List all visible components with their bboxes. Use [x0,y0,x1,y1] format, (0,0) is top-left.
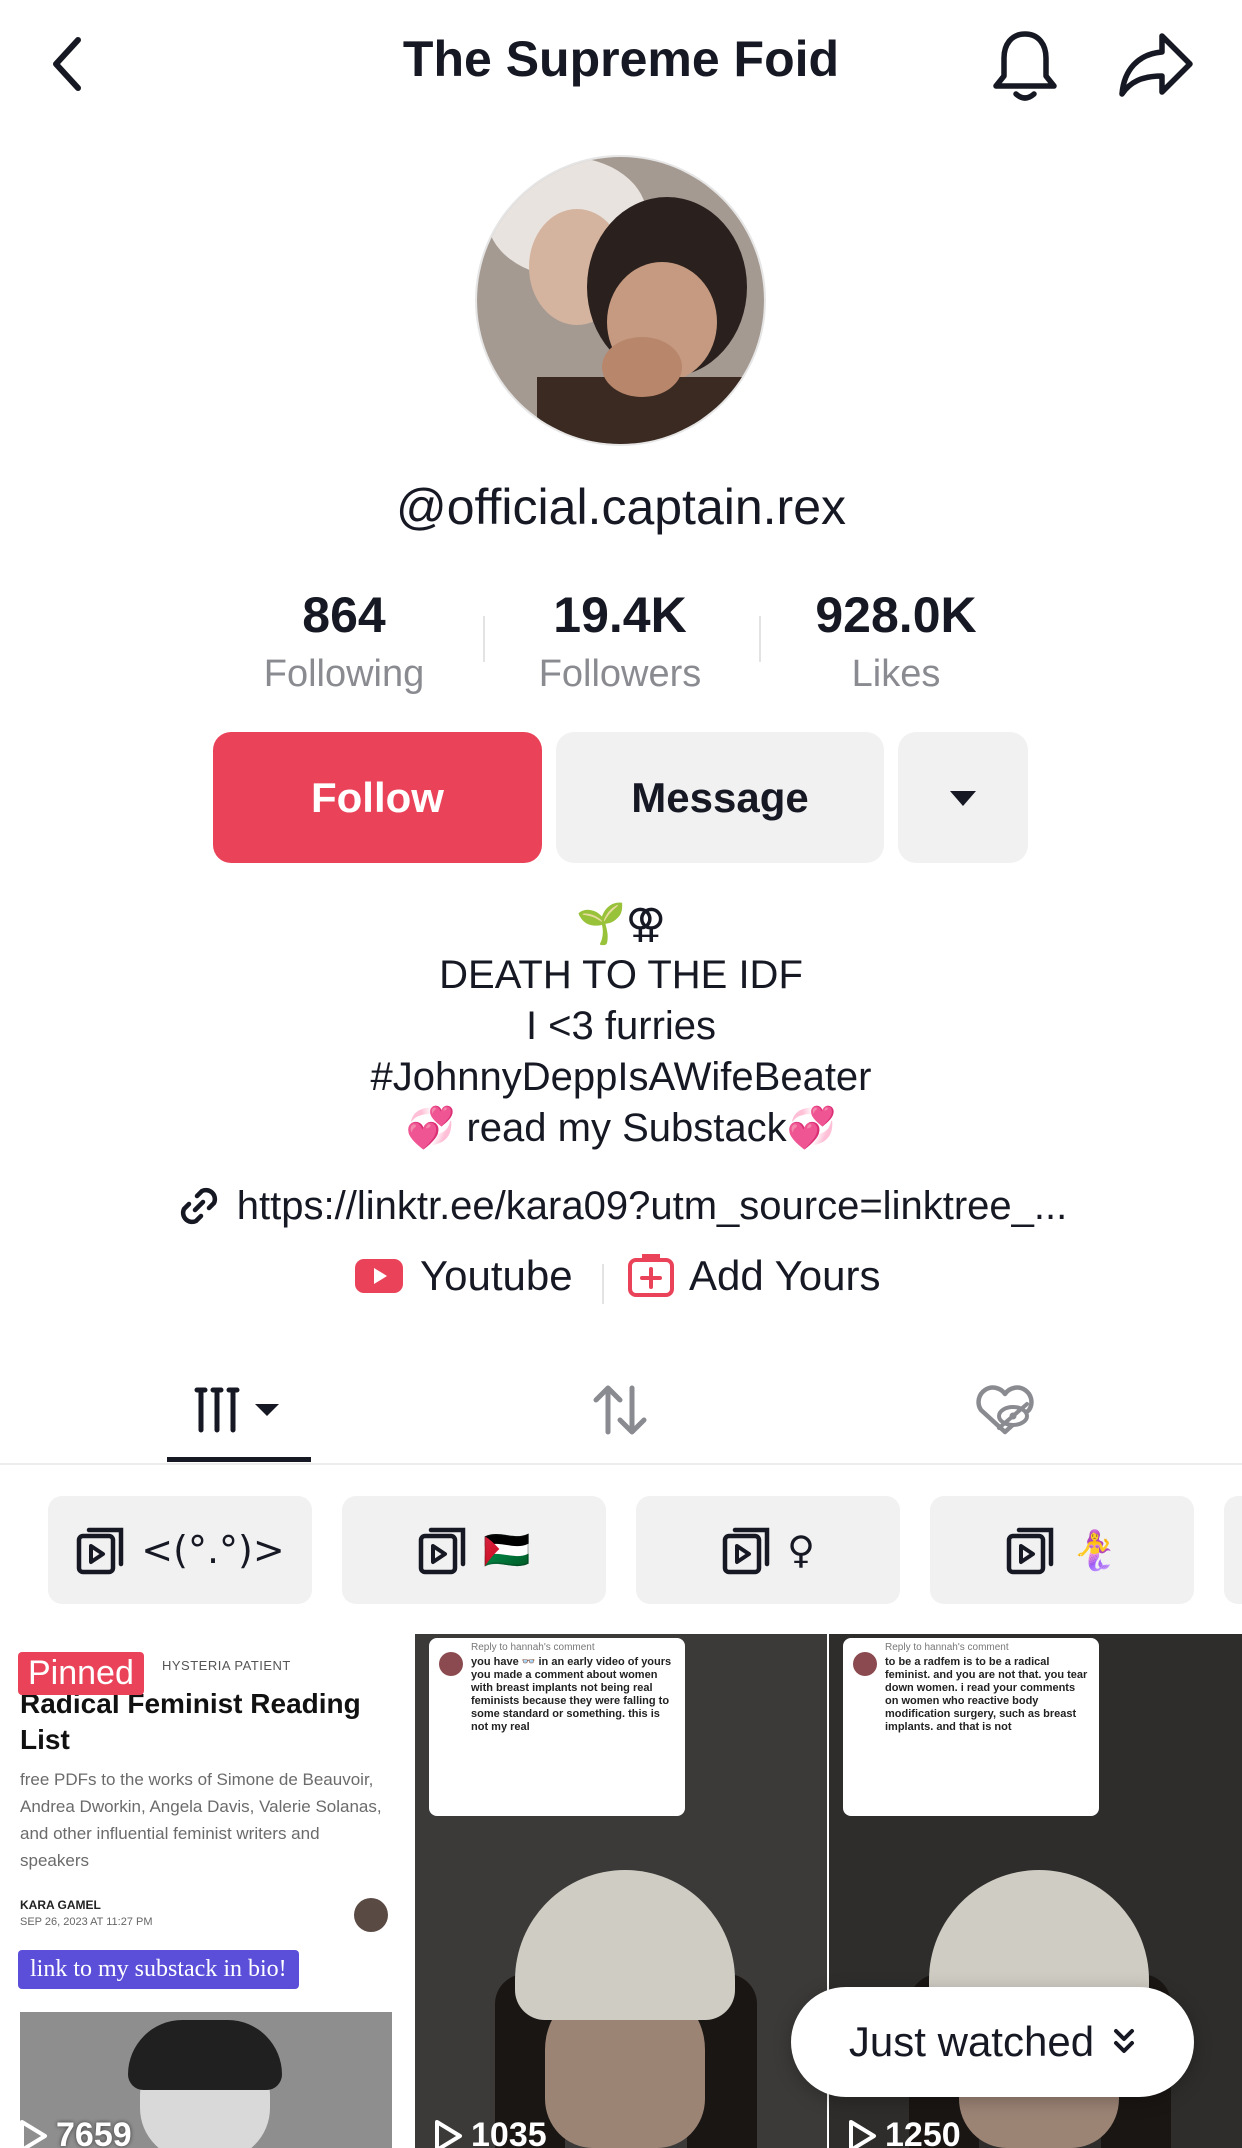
youtube-icon [355,1259,403,1293]
play-icon [849,2119,876,2148]
view-count: 1250 [847,2116,961,2148]
videos-grid-icon [194,1387,279,1433]
divider [483,616,485,662]
bell-icon [993,31,1057,101]
notifications-button[interactable] [990,28,1060,104]
stat-label: Followers [538,653,702,695]
profile-stats: 864 Following 19.4K Followers 928.0K Lik… [0,582,1242,702]
profile-link[interactable]: https://linktr.ee/kara09?utm_source=link… [0,1182,1242,1230]
play-icon [20,2119,47,2148]
youtube-link[interactable]: Youtube [354,1252,573,1300]
bio-line: #JohnnyDeppIsAWifeBeater [370,1055,872,1099]
doc-description: free PDFs to the works of Simone de Beau… [20,1770,382,1870]
caret-down-icon [950,790,976,806]
commenter-avatar [853,1652,877,1676]
just-watched-button[interactable]: Just watched [791,1987,1194,2097]
playlist-chip[interactable] [1224,1496,1242,1604]
comment-text: to be a radfem is to be a radical femini… [885,1656,1088,1733]
stat-likes[interactable]: 928.0K Likes [766,582,1026,700]
playlist-label: 🧜‍♀️ [1071,1527,1119,1572]
repost-icon [593,1385,647,1435]
divider [602,1264,604,1304]
playlist-icon [1007,1527,1054,1575]
playlist-icon [77,1527,124,1575]
portrait-hair [128,2020,282,2090]
doc-tag: HYSTERIA PATIENT [162,1658,291,1673]
add-yours-label: Add Yours [689,1252,881,1299]
more-options-button[interactable] [898,732,1028,863]
author-avatar [354,1898,388,1932]
playlist-chip[interactable]: 🇵🇸 [342,1496,606,1604]
play-icon [435,2119,462,2148]
commenter-avatar [439,1652,463,1676]
stat-followers[interactable]: 19.4K Followers [490,582,750,700]
stat-following[interactable]: 864 Following [214,582,474,700]
username-handle: @official.captain.rex [395,479,847,535]
follow-button[interactable]: Follow [213,732,542,863]
bio-emoji: 🌱⚢ [576,902,666,946]
active-tab-indicator [167,1457,311,1462]
add-yours-link[interactable]: Add Yours [627,1252,881,1300]
doc-date: SEP 26, 2023 AT 11:27 PM [20,1916,153,1928]
comment-text: you have 👓 in an early video of yours yo… [471,1656,672,1733]
view-count-value: 1035 [471,2116,547,2148]
youtube-label: Youtube [420,1252,573,1299]
playlists-row: <(°.°)> 🇵🇸 ♀ 🧜‍♀️ [0,1496,1242,1604]
frame-hat [515,1870,735,2020]
bio: 🌱⚢ DEATH TO THE IDF I <3 furries #Johnny… [0,898,1242,1154]
view-count: 7659 [18,2116,132,2148]
video-thumbnail[interactable]: Reply to hannah's comment you have 👓 in … [415,1634,827,2148]
playlist-icon [722,1527,770,1575]
add-yours-icon [628,1254,674,1297]
hidden-likes-icon [976,1385,1034,1435]
content-tabs [0,1355,1242,1465]
bio-line: I <3 furries [525,1004,717,1048]
page-title: The Supreme Foid [402,31,840,87]
playlist-chip[interactable]: ♀ [636,1496,900,1604]
stat-label: Likes [851,653,941,695]
playlist-label: 🇵🇸 [483,1527,531,1572]
playlist-icon [419,1527,466,1575]
bio-line: DEATH TO THE IDF [439,953,803,997]
top-bar: The Supreme Foid [0,0,1242,130]
comment-header: Reply to hannah's comment [885,1642,1009,1653]
playlist-label: <(°.°)> [141,1528,285,1572]
share-button[interactable] [1118,30,1194,100]
tab-liked[interactable] [950,1355,1060,1465]
playlist-chip[interactable]: 🧜‍♀️ [930,1496,1194,1604]
link-text: https://linktr.ee/kara09?utm_source=link… [236,1183,1068,1228]
reply-comment-sticker: Reply to hannah's comment you have 👓 in … [429,1638,685,1816]
back-button[interactable] [42,32,92,96]
divider [759,616,761,662]
link-icon [180,1187,217,1225]
pinned-badge: Pinned [18,1652,144,1695]
avatar-image [477,157,764,444]
doc-author: KARA GAMEL [20,1898,101,1912]
video-frame [475,1834,775,2148]
message-button[interactable]: Message [556,732,884,863]
video-thumbnail[interactable]: HYSTERIA PATIENT Radical Feminist Readin… [0,1634,413,2148]
stat-value: 928.0K [815,587,977,643]
playlist-label: ♀ [787,1528,815,1572]
chevron-left-icon [53,37,81,91]
stat-label: Following [263,653,425,695]
view-count: 1035 [433,2116,547,2148]
playlist-chip[interactable]: <(°.°)> [48,1496,312,1604]
tab-reposts[interactable] [560,1355,680,1465]
view-count-value: 1250 [885,2116,961,2148]
view-count-value: 7659 [56,2116,132,2148]
reply-comment-sticker: Reply to hannah's comment to be a radfem… [843,1638,1099,1816]
comment-header: Reply to hannah's comment [471,1642,595,1653]
double-chevron-down-icon [1114,2029,1135,2053]
share-arrow-icon [1119,33,1193,97]
stat-value: 864 [302,587,386,643]
doc-title: Radical Feminist Reading List [20,1688,361,1755]
just-watched-label: Just watched [848,2018,1095,2065]
bio-line: 💞 read my Substack💞 [405,1106,837,1150]
stat-value: 19.4K [553,587,687,643]
avatar[interactable] [475,155,766,446]
tab-videos[interactable] [167,1355,311,1465]
substack-pill: link to my substack in bio! [18,1950,299,1989]
profile-extras: Youtube Add Yours [0,1252,1242,1312]
